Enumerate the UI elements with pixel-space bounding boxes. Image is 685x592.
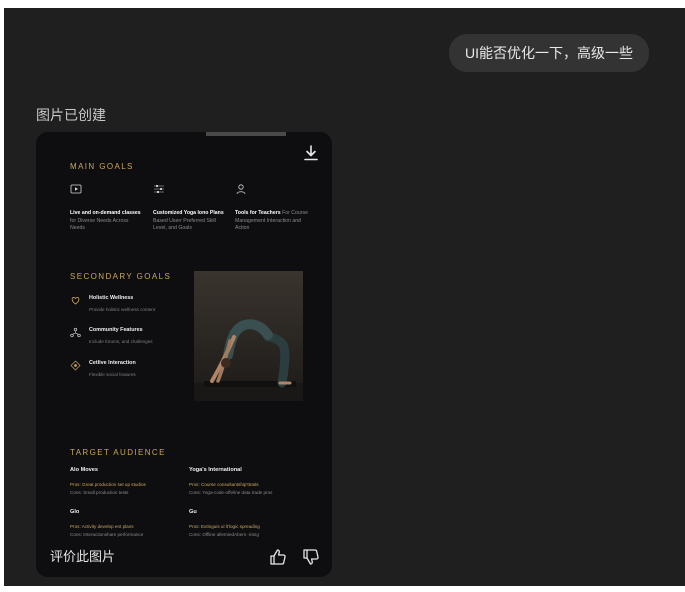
secondary-goal-desc: Provide holistic wellness content xyxy=(89,307,156,312)
audience-item: Alo Moves Pros: Great production set up … xyxy=(70,467,180,497)
audience-pros: Pros: Great production set up studios xyxy=(70,482,146,487)
sliders-icon xyxy=(154,184,164,194)
thumbs-down-icon[interactable] xyxy=(302,548,320,566)
audience-pros: Pros: Extinguis ul lt'logic spreading xyxy=(189,524,260,529)
audience-pros: Pros: Course consultantship'ttraits xyxy=(189,482,259,487)
rate-image-label: 评价此图片 xyxy=(50,549,116,564)
image-created-label: 图片已创建 xyxy=(36,107,106,123)
main-goal-rest: Based Userr Preferred Skill Level, and G… xyxy=(153,217,216,232)
secondary-goal-desc: Flexible social features xyxy=(89,372,136,377)
secondary-goals-title: SECONDARY GOALS xyxy=(70,272,172,281)
secondary-goal-name: Holistic Wellness xyxy=(89,295,134,301)
download-icon[interactable] xyxy=(302,144,320,162)
main-goal-item: Live and on-demand classes for Diverse N… xyxy=(70,183,144,233)
secondary-goal-name: Cetlive Interaction xyxy=(89,360,136,366)
audience-name: Glo xyxy=(70,509,80,515)
yoga-photo xyxy=(194,271,303,401)
secondary-goal-name: Community Features xyxy=(89,327,143,333)
audience-item: Glo Pros: Activity develop ent plans Con… xyxy=(70,509,180,539)
main-goal-bold: Live and on-demand classes xyxy=(70,210,141,216)
main-goal-item: Customized Yoga lono Plans Based Userr P… xyxy=(153,183,227,233)
audience-name: Alo Moves xyxy=(70,467,98,473)
image-top-strip xyxy=(206,132,286,136)
play-icon xyxy=(70,184,82,194)
heart-hand-icon xyxy=(71,297,80,305)
bottom-edge xyxy=(0,586,685,592)
community-icon xyxy=(70,327,81,338)
audience-name: Yoga's International xyxy=(189,467,242,473)
yoga-pose-illustration xyxy=(194,271,303,401)
audience-item: Gu Pros: Extinguis ul lt'logic spreading… xyxy=(189,509,299,539)
main-goal-rest: for Diverse Needs Across Needs xyxy=(70,217,129,232)
audience-cons: Cons: Yoga-code-offeline data trade pros xyxy=(189,490,273,495)
audience-item: Yoga's International Pros: Course consul… xyxy=(189,467,299,497)
main-goals-title: MAIN GOALS xyxy=(70,162,134,171)
audience-pros: Pros: Activity develop ent plans xyxy=(70,524,134,529)
main-goal-bold: Tools for Teachers xyxy=(235,210,281,216)
main-goal-bold: Customized Yoga lono Plans xyxy=(153,210,224,216)
thumbs-up-icon[interactable] xyxy=(269,548,287,566)
interaction-icon xyxy=(70,360,81,371)
user-message-bubble: UI能否优化一下，高级一些 xyxy=(449,34,649,72)
target-audience-title: TARGET AUDIENCE xyxy=(70,448,166,457)
audience-cons: Cons: Small production tests xyxy=(70,490,129,495)
audience-name: Gu xyxy=(189,509,197,515)
secondary-goal-desc: Include forums, and challenges xyxy=(89,339,153,344)
left-edge xyxy=(0,0,4,592)
person-icon xyxy=(236,184,246,195)
top-edge xyxy=(0,0,685,8)
main-goal-item: Tools for Teachers For Course Management… xyxy=(235,183,309,233)
generated-image-card[interactable]: MAIN GOALS Live and on-demand classes fo… xyxy=(36,132,332,577)
